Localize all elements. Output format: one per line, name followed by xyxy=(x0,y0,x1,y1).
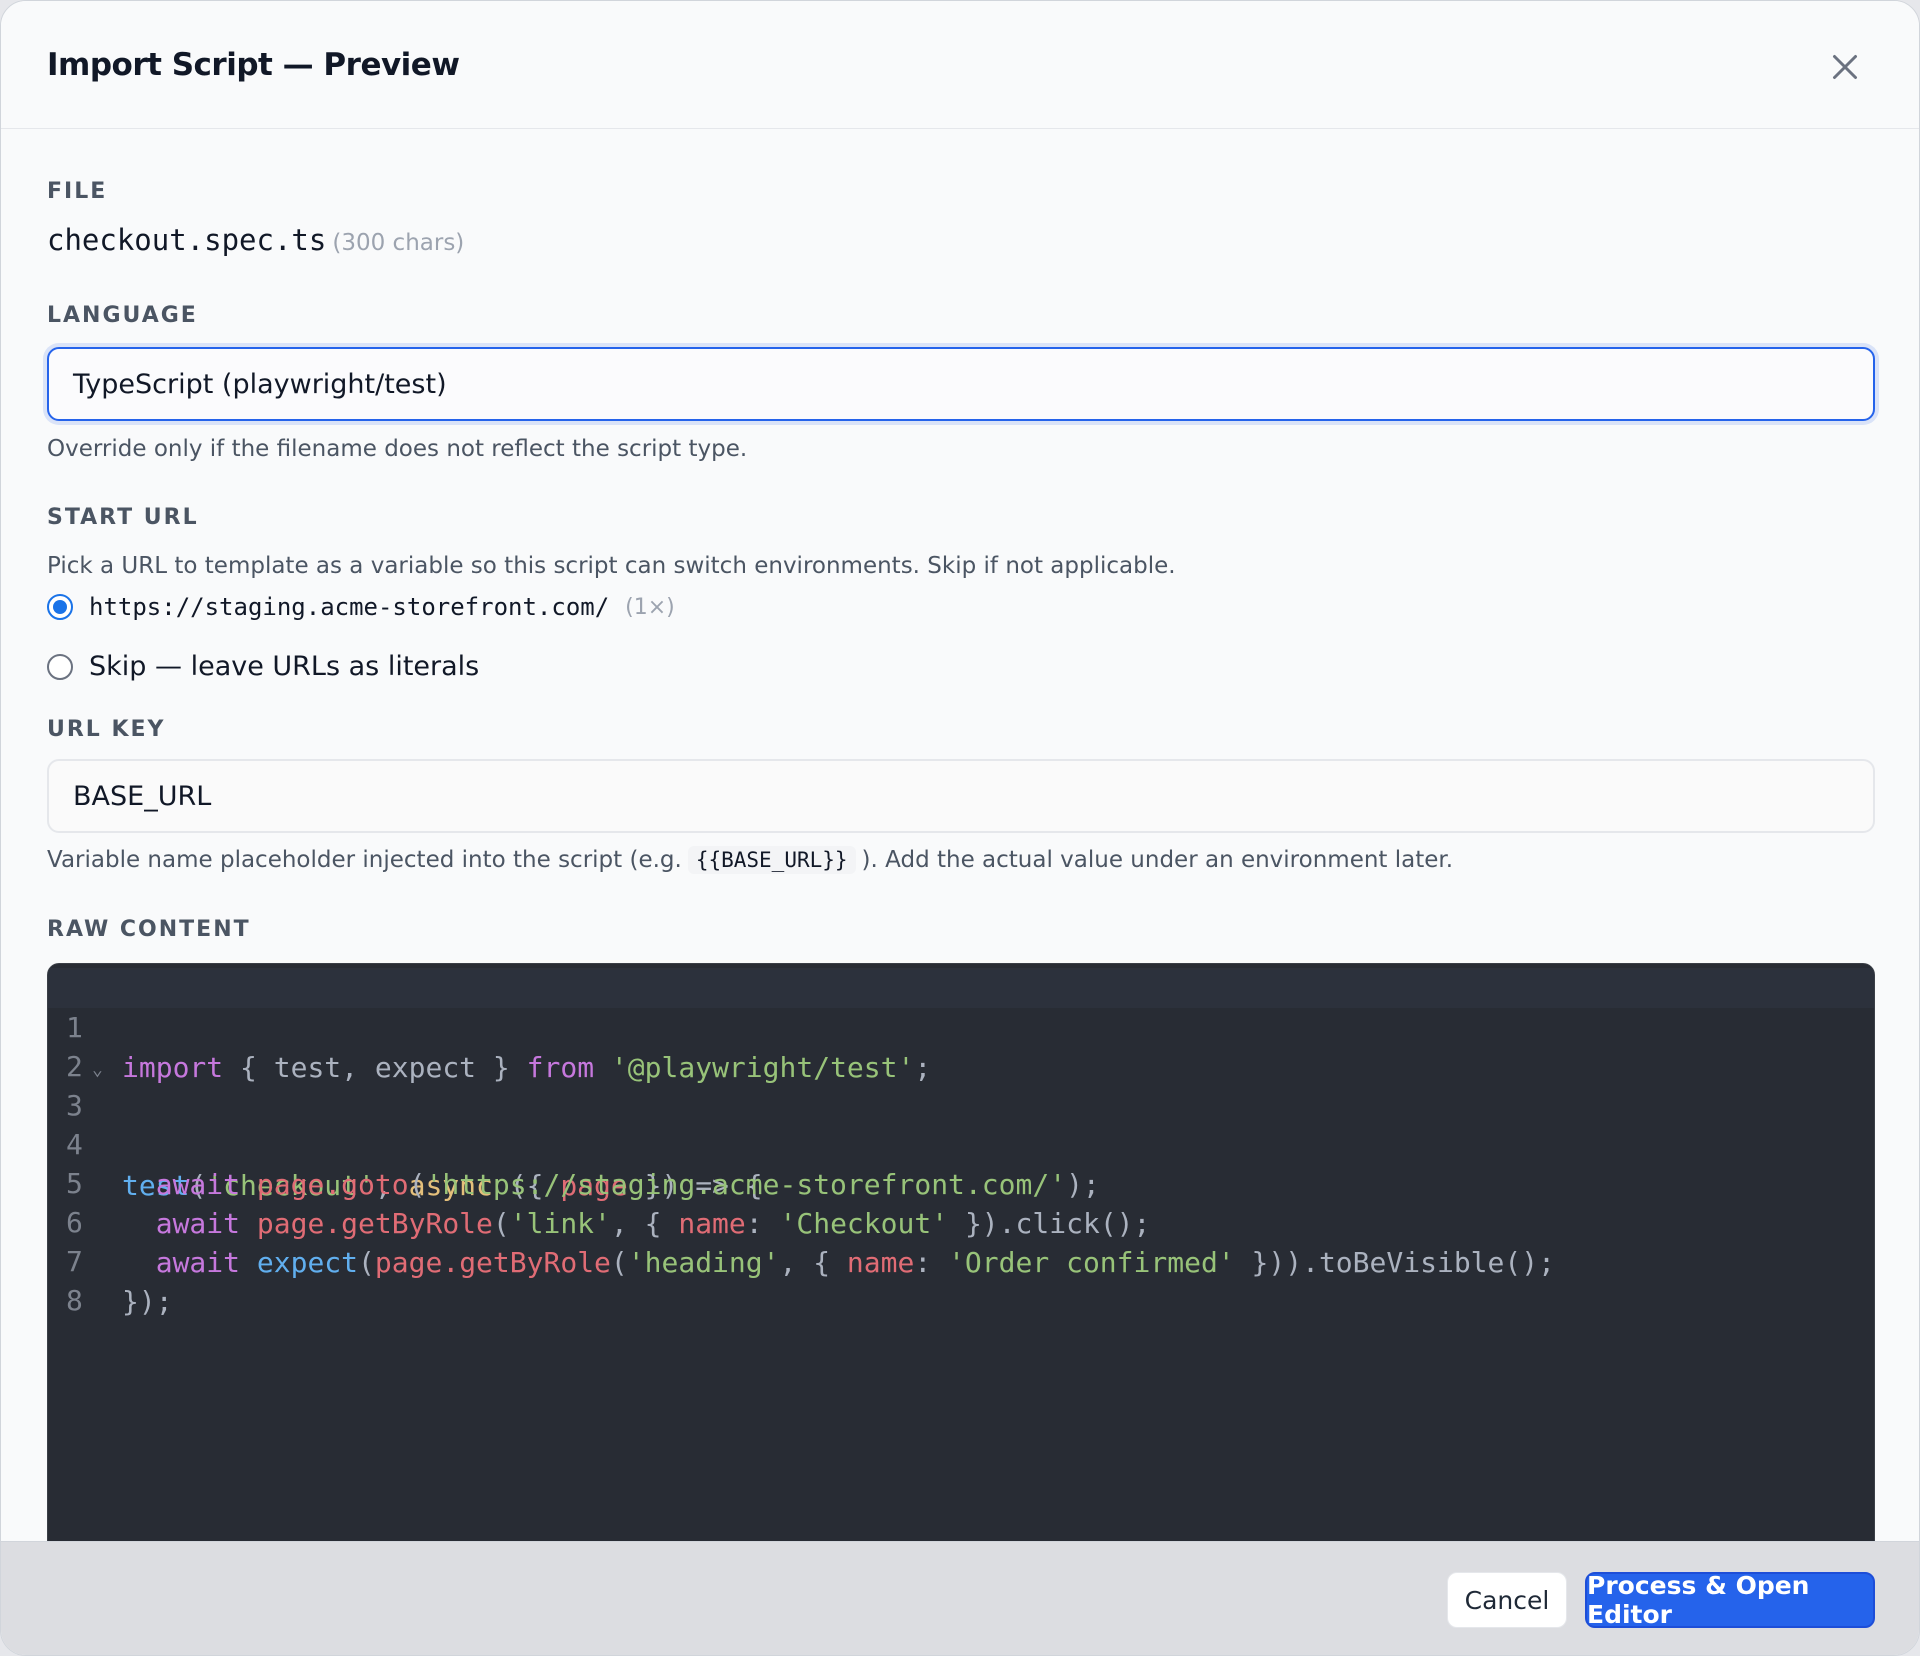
code-line[interactable]: 6 await expect(page.getByRole('heading',… xyxy=(48,1163,1874,1279)
url-key-hint-after: ). Add the actual value under an environ… xyxy=(861,847,1454,873)
url-key-hint-before: Variable name placeholder injected into … xyxy=(47,847,682,873)
import-script-dialog: Import Script — Preview FILE checkout.sp… xyxy=(0,0,1920,1656)
start-url-option-skip-label: Skip — leave URLs as literals xyxy=(89,651,480,682)
start-url-option-count: (1×) xyxy=(625,594,675,620)
raw-content-label: RAW CONTENT xyxy=(47,917,251,942)
dialog-title: Import Script — Preview xyxy=(47,47,460,83)
file-char-count: (300 chars) xyxy=(332,230,465,256)
line-number: 8 xyxy=(66,1284,83,1317)
code-line[interactable]: 2 xyxy=(48,1007,1874,1083)
close-button[interactable] xyxy=(1827,49,1863,85)
cancel-button[interactable]: Cancel xyxy=(1447,1572,1567,1628)
language-value: TypeScript (playwright/test) xyxy=(73,368,447,400)
dialog-header: Import Script — Preview xyxy=(1,1,1919,129)
start-url-option-skip[interactable]: Skip — leave URLs as literals xyxy=(47,651,479,682)
start-url-option-staging[interactable]: https://staging.acme-storefront.com/ (1×… xyxy=(47,593,675,621)
start-url-hint: Pick a URL to template as a variable so … xyxy=(47,553,1176,579)
language-hint: Override only if the filename does not r… xyxy=(47,436,748,462)
language-label: LANGUAGE xyxy=(47,303,198,328)
file-label: FILE xyxy=(47,179,108,204)
file-name: checkout.spec.ts (300 chars) xyxy=(47,223,464,257)
start-url-label: START URL xyxy=(47,505,199,530)
url-key-input[interactable]: BASE_URL xyxy=(47,759,1875,833)
file-name-text: checkout.spec.ts xyxy=(47,223,327,257)
code-line[interactable]: 7 }); xyxy=(48,1202,1874,1318)
process-open-editor-button[interactable]: Process & Open Editor xyxy=(1585,1571,1875,1629)
close-icon xyxy=(1833,55,1857,79)
radio-unchecked[interactable] xyxy=(47,653,73,680)
code-line[interactable]: 8 xyxy=(48,1241,1874,1317)
dialog-footer: Cancel Process & Open Editor xyxy=(1,1541,1919,1655)
code-line[interactable]: 5 await page.getByRole('link', { name: '… xyxy=(48,1124,1874,1240)
code-line[interactable]: 4 await page.goto('https://staging.acme-… xyxy=(48,1085,1874,1201)
url-key-value: BASE_URL xyxy=(73,780,212,812)
code-line[interactable]: 1 import { test, expect } from '@playwri… xyxy=(48,968,1874,1084)
language-select[interactable]: TypeScript (playwright/test) xyxy=(47,347,1875,421)
start-url-option-url: https://staging.acme-storefront.com/ xyxy=(89,593,610,621)
url-key-label: URL KEY xyxy=(47,717,166,742)
fold-chevron-icon[interactable]: ⌄ xyxy=(92,1050,103,1090)
url-key-hint: Variable name placeholder injected into … xyxy=(47,846,1454,874)
code-line[interactable]: 3 ⌄ test('checkout', async ({ page }) =>… xyxy=(48,1046,1874,1202)
radio-checked[interactable] xyxy=(47,594,73,620)
url-key-hint-code: {{BASE_URL}} xyxy=(687,846,856,874)
